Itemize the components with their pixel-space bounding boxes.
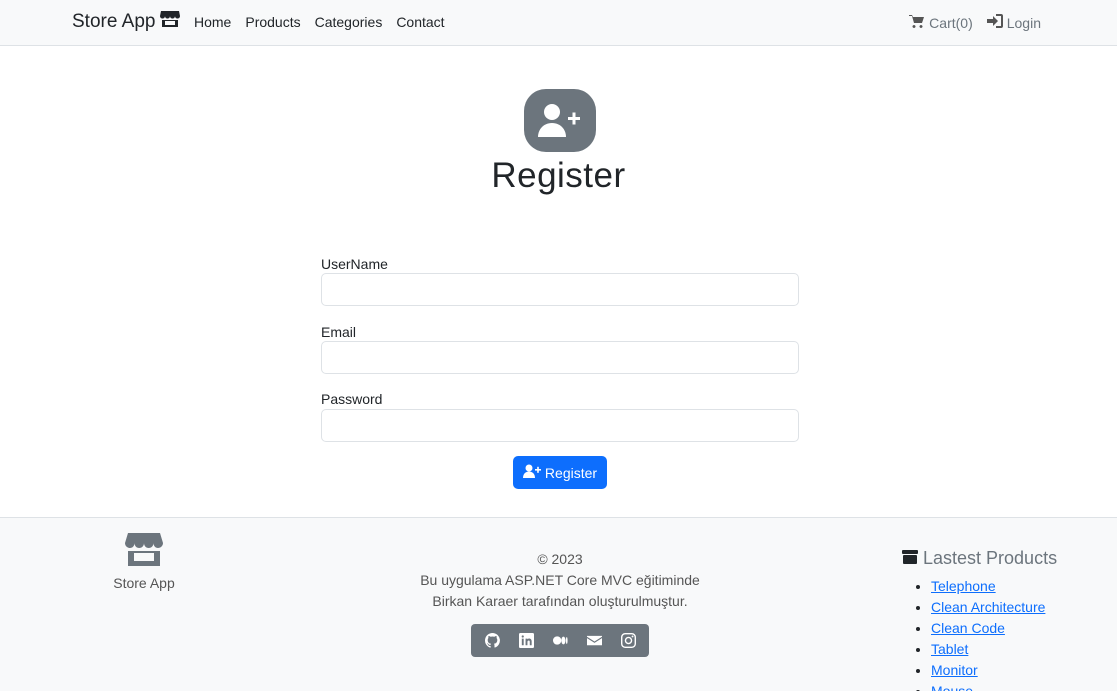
list-item: Clean Architecture: [931, 597, 1057, 618]
list-item: Clean Code: [931, 618, 1057, 639]
nav-categories[interactable]: Categories: [315, 14, 383, 30]
username-label: UserName: [321, 256, 388, 272]
cart-label: Cart(0): [929, 14, 973, 31]
latest-products-title: Lastest Products: [923, 548, 1058, 568]
footer-brand-label: Store App: [113, 575, 175, 591]
login-icon: [986, 14, 1003, 31]
email-icon[interactable]: [584, 631, 604, 651]
linkedin-icon[interactable]: [516, 631, 536, 651]
instagram-icon[interactable]: [618, 631, 638, 651]
brand-link[interactable]: Store App: [72, 10, 181, 34]
user-plus-icon: [522, 464, 541, 481]
list-item: Monitor: [931, 660, 1057, 681]
user-plus-icon: [524, 89, 596, 152]
product-link[interactable]: Tablet: [931, 641, 968, 657]
box-icon: [902, 548, 918, 569]
product-link[interactable]: Mouse: [931, 683, 973, 691]
latest-products: Lastest Products Telephone Clean Archite…: [902, 548, 1057, 691]
social-links: [471, 624, 649, 657]
cart-icon: [909, 14, 925, 31]
nav-products[interactable]: Products: [245, 14, 300, 30]
username-input[interactable]: [321, 273, 799, 306]
nav-contact[interactable]: Contact: [396, 14, 444, 30]
register-button-label: Register: [544, 464, 598, 481]
brand-label: Store App: [72, 11, 156, 32]
footer-brand[interactable]: Store App: [113, 532, 175, 591]
store-icon: [160, 10, 181, 34]
latest-products-heading: Lastest Products: [902, 548, 1057, 569]
page-title: Register: [491, 156, 626, 195]
email-input[interactable]: [321, 341, 799, 374]
github-icon[interactable]: [482, 631, 502, 651]
footer-line-2: Birkan Karaer tarafından oluşturulmuştur…: [432, 593, 688, 609]
product-link[interactable]: Monitor: [931, 662, 978, 678]
nav-links: Home Products Categories Contact: [194, 14, 445, 30]
footer-info: © 2023 Bu uygulama ASP.NET Core MVC eğit…: [360, 549, 760, 612]
product-link[interactable]: Clean Architecture: [931, 599, 1045, 615]
navbar: Store App Home Products Categories Conta…: [0, 0, 1117, 46]
copyright: © 2023: [537, 551, 583, 567]
footer: Store App © 2023 Bu uygulama ASP.NET Cor…: [0, 517, 1117, 691]
email-label: Email: [321, 324, 357, 340]
product-link[interactable]: Clean Code: [931, 620, 1005, 636]
product-link[interactable]: Telephone: [931, 578, 996, 594]
list-item: Telephone: [931, 576, 1057, 597]
login-label: Login: [1006, 14, 1041, 31]
list-item: Mouse: [931, 681, 1057, 691]
nav-right: Cart(0) Login: [909, 14, 1041, 31]
login-link[interactable]: Login: [986, 14, 1041, 31]
medium-icon[interactable]: [550, 631, 570, 651]
store-icon: [125, 533, 163, 572]
footer-line-1: Bu uygulama ASP.NET Core MVC eğitiminde: [420, 572, 700, 588]
register-button[interactable]: Register: [513, 456, 607, 489]
latest-products-list: Telephone Clean Architecture Clean Code …: [902, 576, 1057, 691]
nav-home[interactable]: Home: [194, 14, 231, 30]
cart-link[interactable]: Cart(0): [909, 14, 973, 31]
password-label: Password: [321, 391, 383, 407]
password-input[interactable]: [321, 409, 799, 442]
list-item: Tablet: [931, 639, 1057, 660]
